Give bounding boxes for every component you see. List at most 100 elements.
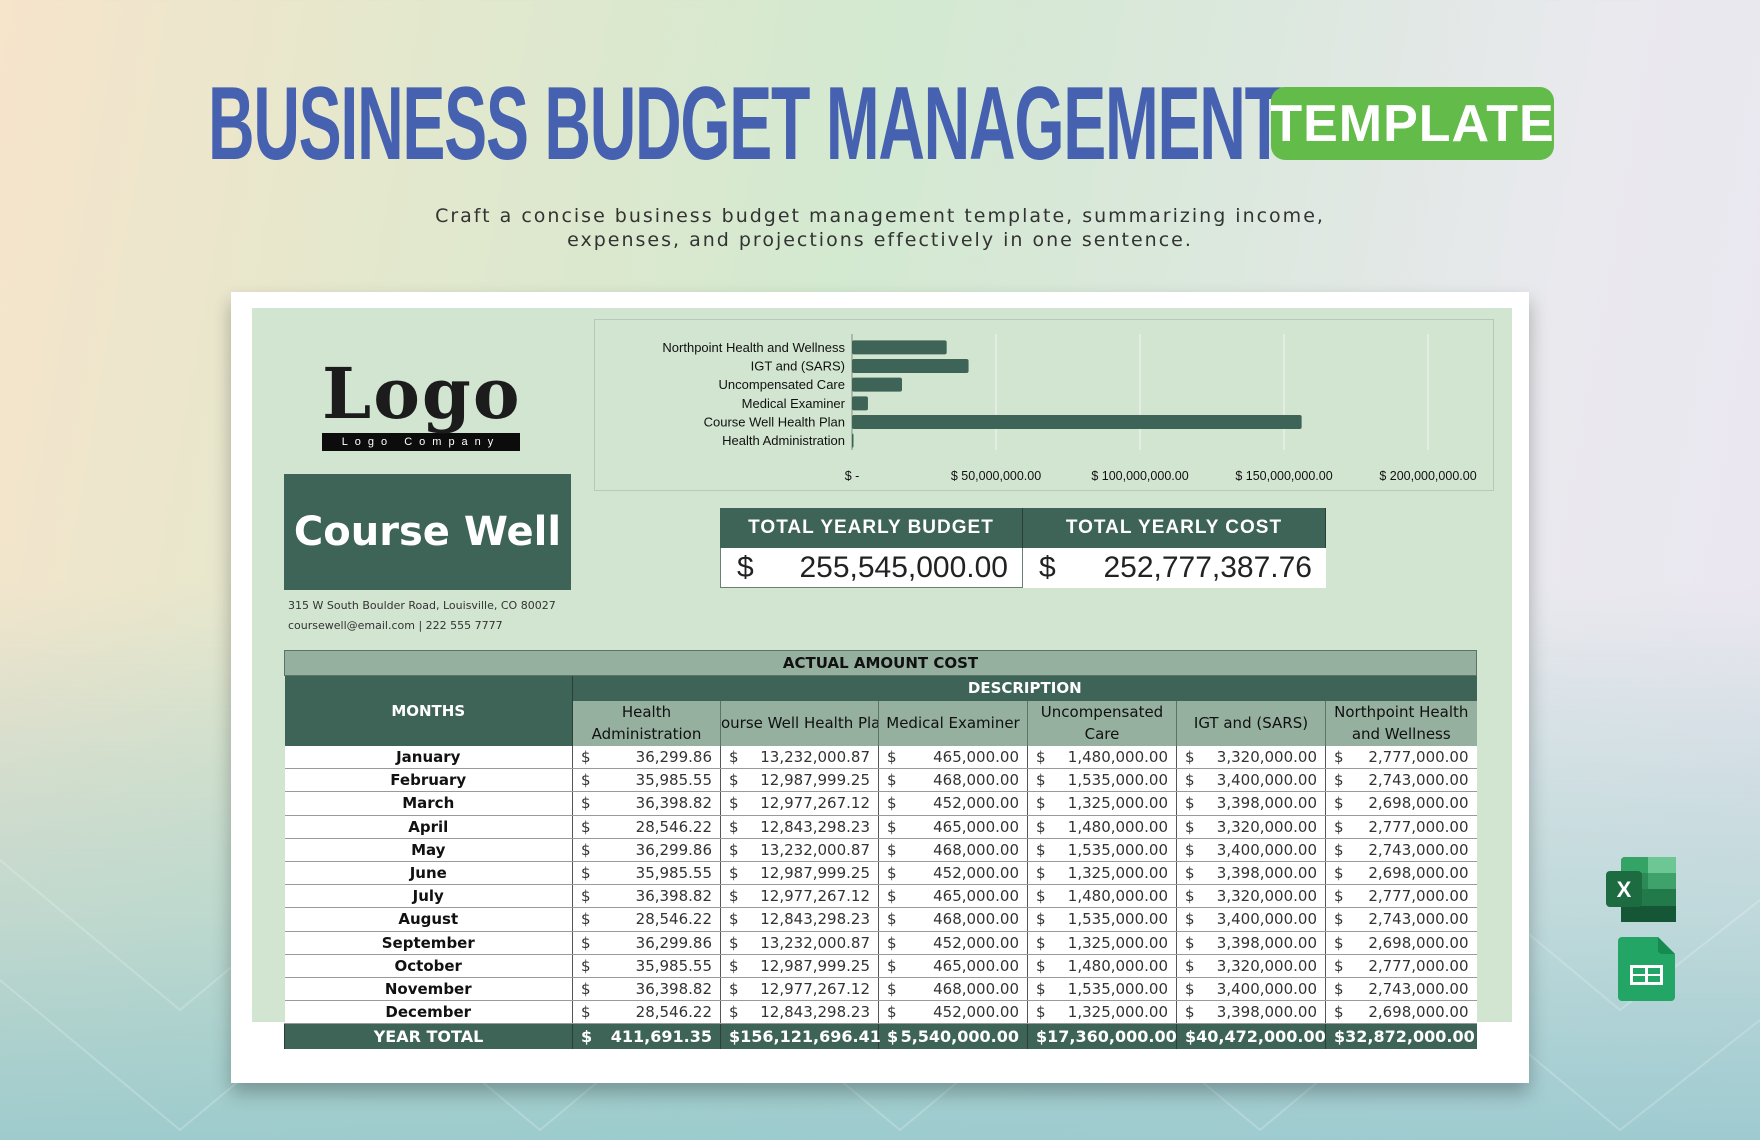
amount-value: 2,698,000.00 <box>1368 933 1469 952</box>
amount-cell[interactable]: $36,299.86 <box>572 838 721 862</box>
amount-cell[interactable]: $1,480,000.00 <box>1027 954 1177 978</box>
amount-cell[interactable]: $2,743,000.00 <box>1324 768 1477 793</box>
month-cell[interactable]: April <box>284 815 573 839</box>
amount-cell[interactable]: $3,398,000.00 <box>1176 861 1326 886</box>
amount-cell[interactable]: $2,698,000.00 <box>1324 791 1477 816</box>
amount-cell[interactable]: $468,000.00 <box>878 838 1028 862</box>
amount-cell[interactable]: $1,325,000.00 <box>1027 861 1177 886</box>
month-cell[interactable]: January <box>284 745 573 770</box>
month-cell[interactable]: March <box>284 791 573 816</box>
amount-cell[interactable]: $1,480,000.00 <box>1027 884 1177 909</box>
excel-icon[interactable]: X <box>1606 857 1676 922</box>
amount-cell[interactable]: $2,698,000.00 <box>1324 931 1477 955</box>
month-cell[interactable]: June <box>284 861 573 886</box>
amount-cell[interactable]: $3,400,000.00 <box>1176 907 1326 932</box>
column-header-line: Medical Examiner <box>886 714 1020 732</box>
amount-cell[interactable]: $1,325,000.00 <box>1027 931 1177 955</box>
amount-cell[interactable]: $1,535,000.00 <box>1027 907 1177 932</box>
amount-cell[interactable]: $2,743,000.00 <box>1324 977 1477 1002</box>
amount-cell[interactable]: $452,000.00 <box>878 1000 1028 1025</box>
month-cell[interactable]: July <box>284 884 573 909</box>
amount-cell[interactable]: $3,320,000.00 <box>1176 745 1326 770</box>
amount-cell[interactable]: $3,398,000.00 <box>1176 791 1326 816</box>
column-header: Medical Examiner <box>878 700 1028 746</box>
amount-cell[interactable]: $1,480,000.00 <box>1027 745 1177 770</box>
amount-cell[interactable]: $3,320,000.00 <box>1176 815 1326 839</box>
month-cell[interactable]: November <box>284 977 573 1002</box>
bar[interactable] <box>852 396 868 411</box>
amount-cell[interactable]: $28,546.22 <box>572 1000 721 1025</box>
amount-cell[interactable]: $3,320,000.00 <box>1176 954 1326 978</box>
amount-cell[interactable]: $3,398,000.00 <box>1176 1000 1326 1025</box>
amount-cell[interactable]: $3,398,000.00 <box>1176 931 1326 955</box>
amount-cell[interactable]: $12,987,999.25 <box>720 768 879 793</box>
amount-cell[interactable]: $452,000.00 <box>878 931 1028 955</box>
amount-cell[interactable]: $2,777,000.00 <box>1324 815 1477 839</box>
amount-cell[interactable]: $465,000.00 <box>878 745 1028 770</box>
amount-cell[interactable]: $2,698,000.00 <box>1324 861 1477 886</box>
amount-cell[interactable]: $36,299.86 <box>572 745 721 770</box>
month-cell[interactable]: February <box>284 768 573 793</box>
amount-cell[interactable]: $12,843,298.23 <box>720 1000 879 1025</box>
amount-cell[interactable]: $3,400,000.00 <box>1176 977 1326 1002</box>
google-sheets-icon[interactable] <box>1618 937 1675 1001</box>
amount-cell[interactable]: $12,977,267.12 <box>720 884 879 909</box>
amount-cell[interactable]: $13,232,000.87 <box>720 931 879 955</box>
amount-cell[interactable]: $36,398.82 <box>572 884 721 909</box>
amount-cell[interactable]: $452,000.00 <box>878 861 1028 886</box>
amount-cell[interactable]: $2,777,000.00 <box>1324 884 1477 909</box>
bar[interactable] <box>852 433 854 448</box>
amount-cell[interactable]: $468,000.00 <box>878 977 1028 1002</box>
month-cell[interactable]: August <box>284 907 573 932</box>
amount-cell[interactable]: $36,299.86 <box>572 931 721 955</box>
amount-cell[interactable]: $2,698,000.00 <box>1324 1000 1477 1025</box>
amount-cell[interactable]: $28,546.22 <box>572 815 721 839</box>
bar[interactable] <box>852 415 1302 429</box>
month-cell[interactable]: September <box>284 931 573 955</box>
amount-cell[interactable]: $3,400,000.00 <box>1176 838 1326 862</box>
amount-cell[interactable]: $12,987,999.25 <box>720 861 879 886</box>
amount-cell[interactable]: $465,000.00 <box>878 884 1028 909</box>
amount-cell[interactable]: $13,232,000.87 <box>720 745 879 770</box>
amount-cell[interactable]: $13,232,000.87 <box>720 838 879 862</box>
amount-cell[interactable]: $12,977,267.12 <box>720 791 879 816</box>
amount-cell[interactable]: $468,000.00 <box>878 768 1028 793</box>
amount-cell[interactable]: $12,843,298.23 <box>720 907 879 932</box>
month-cell[interactable]: May <box>284 838 573 862</box>
currency-symbol: $ <box>887 817 897 836</box>
amount-cell[interactable]: $3,400,000.00 <box>1176 768 1326 793</box>
amount-cell[interactable]: $2,743,000.00 <box>1324 907 1477 932</box>
bar[interactable] <box>852 377 902 392</box>
amount-cell[interactable]: $35,985.55 <box>572 861 721 886</box>
amount-cell[interactable]: $465,000.00 <box>878 954 1028 978</box>
amount-cell[interactable]: $1,325,000.00 <box>1027 791 1177 816</box>
month-cell[interactable]: December <box>284 1000 573 1025</box>
amount-cell[interactable]: $35,985.55 <box>572 954 721 978</box>
amount-cell[interactable]: $1,535,000.00 <box>1027 838 1177 862</box>
amount-cell[interactable]: $2,777,000.00 <box>1324 745 1477 770</box>
currency-symbol: $ <box>887 840 897 859</box>
amount-cell[interactable]: $35,985.55 <box>572 768 721 793</box>
month-cell[interactable]: October <box>284 954 573 978</box>
amount-cell[interactable]: $3,320,000.00 <box>1176 884 1326 909</box>
currency-symbol: $ <box>1036 910 1046 929</box>
amount-cell[interactable]: $36,398.82 <box>572 977 721 1002</box>
amount-cell[interactable]: $12,977,267.12 <box>720 977 879 1002</box>
amount-cell[interactable]: $468,000.00 <box>878 907 1028 932</box>
amount-cell[interactable]: $1,535,000.00 <box>1027 768 1177 793</box>
amount-cell[interactable]: $1,480,000.00 <box>1027 815 1177 839</box>
amount-cell[interactable]: $2,777,000.00 <box>1324 954 1477 978</box>
amount-cell[interactable]: $1,535,000.00 <box>1027 977 1177 1002</box>
amount-cell[interactable]: $12,843,298.23 <box>720 815 879 839</box>
currency-symbol: $ <box>1185 771 1195 790</box>
amount-cell[interactable]: $2,743,000.00 <box>1324 838 1477 862</box>
amount-cell[interactable]: $452,000.00 <box>878 791 1028 816</box>
amount-cell[interactable]: $12,987,999.25 <box>720 954 879 978</box>
currency-symbol: $ <box>1036 840 1046 859</box>
amount-cell[interactable]: $1,325,000.00 <box>1027 1000 1177 1025</box>
bar[interactable] <box>852 359 969 373</box>
amount-cell[interactable]: $28,546.22 <box>572 907 721 932</box>
amount-cell[interactable]: $36,398.82 <box>572 791 721 816</box>
bar[interactable] <box>852 340 947 355</box>
amount-cell[interactable]: $465,000.00 <box>878 815 1028 839</box>
